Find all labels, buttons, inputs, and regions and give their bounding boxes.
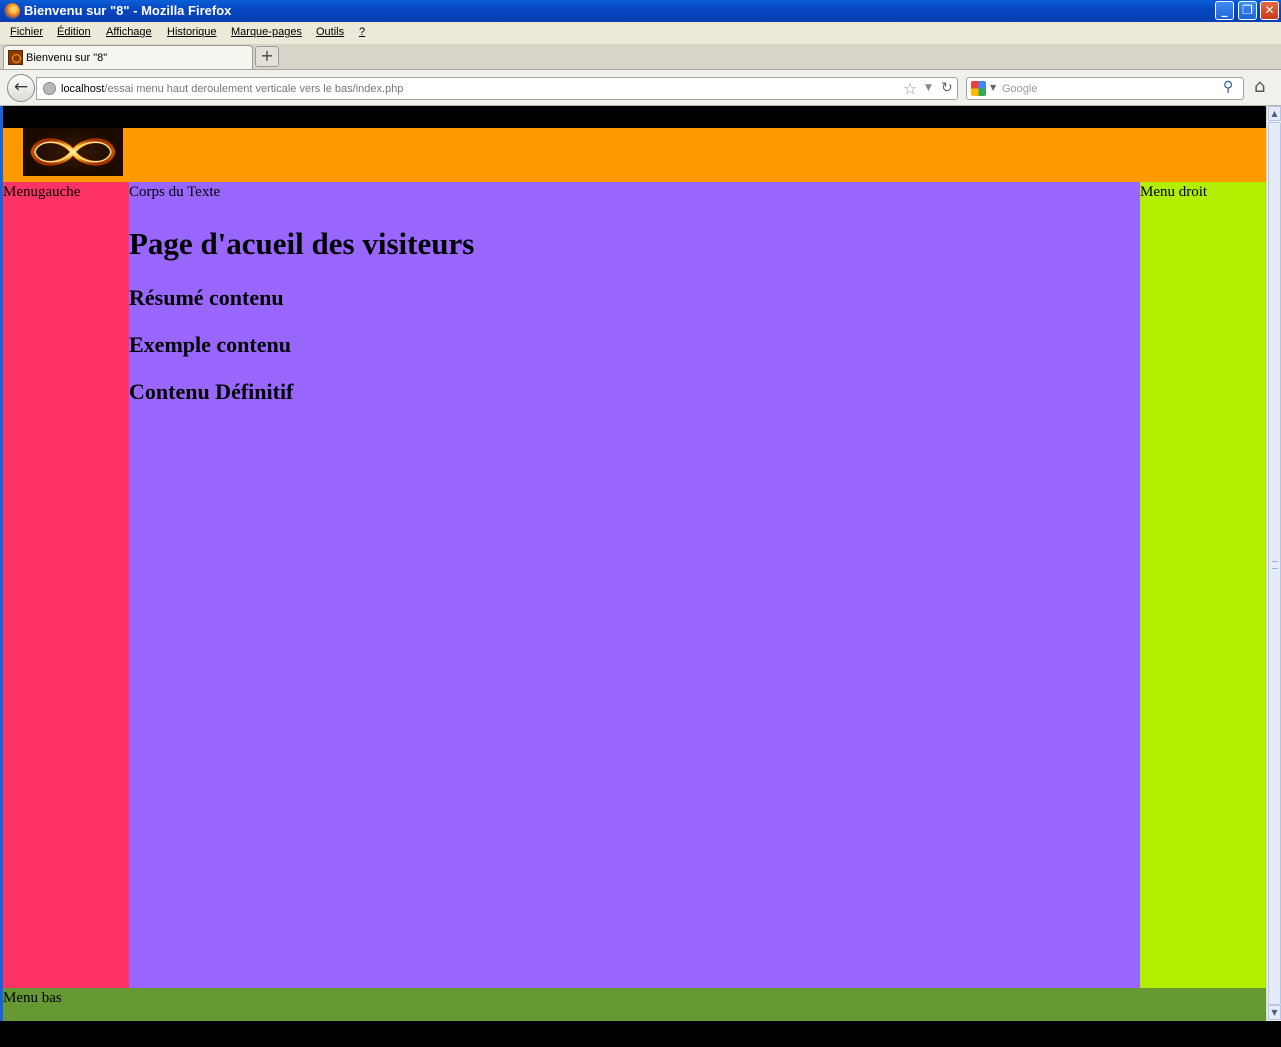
infinity-logo xyxy=(23,128,123,176)
menu-item-help[interactable]: ? xyxy=(359,26,365,38)
url-host: localhost xyxy=(61,83,105,95)
favicon-icon xyxy=(8,50,23,65)
close-button[interactable]: ✕ xyxy=(1260,1,1279,20)
subheading-resume: Résumé contenu xyxy=(129,285,284,310)
url-bar[interactable]: localhost/essai menu haut deroulement ve… xyxy=(36,77,958,100)
page-header xyxy=(3,128,1266,182)
menu-item-affichage[interactable]: Affichage xyxy=(106,26,152,38)
search-engine-dropdown-icon[interactable]: ▼ xyxy=(990,83,996,92)
minimize-button[interactable]: _ xyxy=(1215,1,1234,20)
bookmark-star-icon[interactable]: ☆ xyxy=(903,79,917,98)
search-bar[interactable]: ▼ Google ⚲ xyxy=(966,77,1244,100)
tab-label: Bienvenu sur "8" xyxy=(26,52,108,64)
menu-item-historique[interactable]: Historique xyxy=(167,26,217,38)
reload-icon[interactable]: ↻ xyxy=(941,80,953,96)
menu-item-fichier[interactable]: Fichier xyxy=(10,26,43,38)
page-heading: Page d'acueil des visiteurs xyxy=(129,226,475,261)
left-menu-label: Menugauche xyxy=(3,184,81,200)
left-menu: Menugauche xyxy=(3,182,129,988)
scroll-thumb[interactable] xyxy=(1268,122,1281,1005)
maximize-button[interactable]: ❐ xyxy=(1238,1,1257,20)
tab-bienvenu[interactable]: Bienvenu sur "8" xyxy=(3,45,253,69)
top-black-strip xyxy=(3,106,1266,128)
page-viewport: Menugauche Corps du Texte Page d'acueil … xyxy=(3,106,1266,1021)
globe-icon xyxy=(43,82,56,95)
back-button[interactable]: ← xyxy=(7,74,35,102)
content-label: Corps du Texte xyxy=(129,184,221,200)
vertical-scrollbar[interactable]: ▲ ▼ xyxy=(1266,106,1281,1021)
content-area: Corps du Texte Page d'acueil des visiteu… xyxy=(129,182,1140,988)
right-menu-label: Menu droit xyxy=(1140,184,1208,200)
url-path: /essai menu haut deroulement verticale v… xyxy=(104,83,404,95)
menu-bar: Fichier Édition Affichage Historique Mar… xyxy=(0,22,1281,44)
search-go-icon[interactable]: ⚲ xyxy=(1223,79,1233,95)
scroll-grip-icon xyxy=(1272,561,1278,569)
search-input[interactable]: Google xyxy=(1002,83,1037,95)
menu-item-marque-pages[interactable]: Marque-pages xyxy=(231,26,302,38)
right-menu: Menu droit xyxy=(1140,182,1266,988)
footer-label: Menu bas xyxy=(3,990,62,1006)
bottom-black-bar xyxy=(0,1021,1281,1047)
menu-item-outils[interactable]: Outils xyxy=(316,26,344,38)
subheading-exemple: Exemple contenu xyxy=(129,332,291,357)
new-tab-button[interactable]: + xyxy=(255,46,279,67)
menu-item-edition[interactable]: Édition xyxy=(57,26,91,38)
scroll-down-button[interactable]: ▼ xyxy=(1268,1005,1281,1020)
firefox-icon xyxy=(4,3,20,19)
scroll-up-button[interactable]: ▲ xyxy=(1268,106,1281,121)
subheading-definitif: Contenu Définitif xyxy=(129,379,294,404)
url-text[interactable]: localhost/essai menu haut deroulement ve… xyxy=(61,83,403,95)
google-icon[interactable] xyxy=(971,81,986,96)
url-dropdown-icon[interactable]: ▼ xyxy=(925,83,932,93)
window-title: Bienvenu sur "8" - Mozilla Firefox xyxy=(24,3,232,18)
navigation-toolbar: ← localhost/essai menu haut deroulement … xyxy=(0,70,1281,106)
home-icon[interactable]: ⌂ xyxy=(1254,76,1265,97)
footer-menu: Menu bas xyxy=(3,988,1266,1021)
window-titlebar: Bienvenu sur "8" - Mozilla Firefox _ ❐ ✕ xyxy=(0,0,1281,22)
